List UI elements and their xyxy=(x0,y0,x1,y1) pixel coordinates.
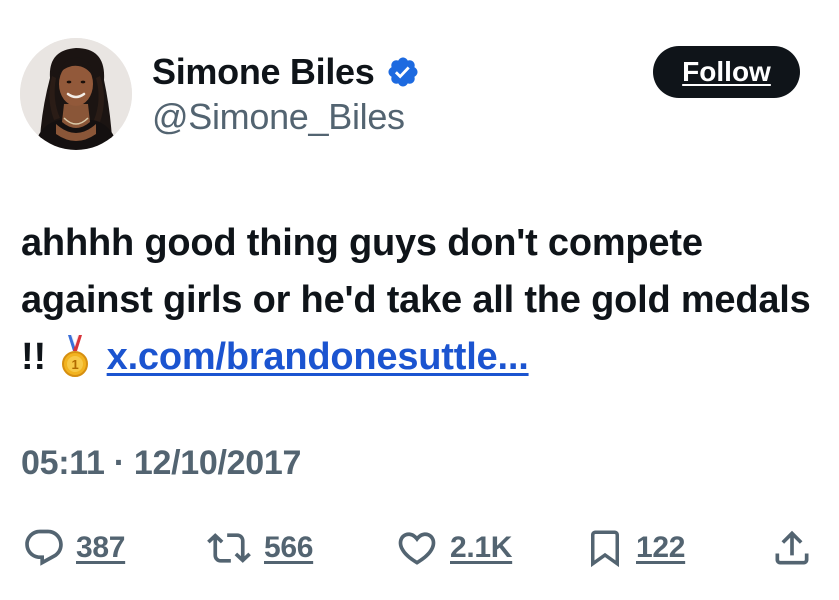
verified-badge-icon[interactable] xyxy=(386,55,420,89)
author-handle[interactable]: @Simone_Biles xyxy=(152,96,405,138)
author-name-row: Simone Biles xyxy=(152,48,420,96)
bookmark-icon xyxy=(584,525,626,571)
1st-place-medal-icon: 1 xyxy=(60,335,90,379)
reply-count[interactable]: 387 xyxy=(76,531,125,565)
reply-icon xyxy=(22,526,66,570)
avatar[interactable] xyxy=(20,38,132,150)
follow-button[interactable]: Follow xyxy=(653,46,800,98)
svg-text:1: 1 xyxy=(72,357,79,372)
like-count[interactable]: 2.1K xyxy=(450,531,512,565)
action-bar: 387 566 2.1K 122 xyxy=(0,522,839,574)
author-display-name[interactable]: Simone Biles xyxy=(152,51,375,93)
heart-icon xyxy=(394,526,440,570)
bookmark-button[interactable]: 122 xyxy=(584,522,685,574)
tweet-body: ahhhh good thing guys don't compete agai… xyxy=(21,215,821,386)
repost-icon xyxy=(204,526,254,570)
reply-button[interactable]: 387 xyxy=(22,522,125,574)
repost-count[interactable]: 566 xyxy=(264,531,313,565)
share-button[interactable] xyxy=(770,522,814,574)
bookmark-count[interactable]: 122 xyxy=(636,531,685,565)
tweet-link[interactable]: x.com/brandonesuttle... xyxy=(107,336,529,378)
tweet-timestamp[interactable]: 05:11 · 12/10/2017 xyxy=(21,444,301,483)
tweet-card: Simone Biles @Simone_Biles Follow ahhhh … xyxy=(0,0,839,600)
share-icon xyxy=(770,526,814,570)
repost-button[interactable]: 566 xyxy=(204,522,313,574)
like-button[interactable]: 2.1K xyxy=(394,522,512,574)
